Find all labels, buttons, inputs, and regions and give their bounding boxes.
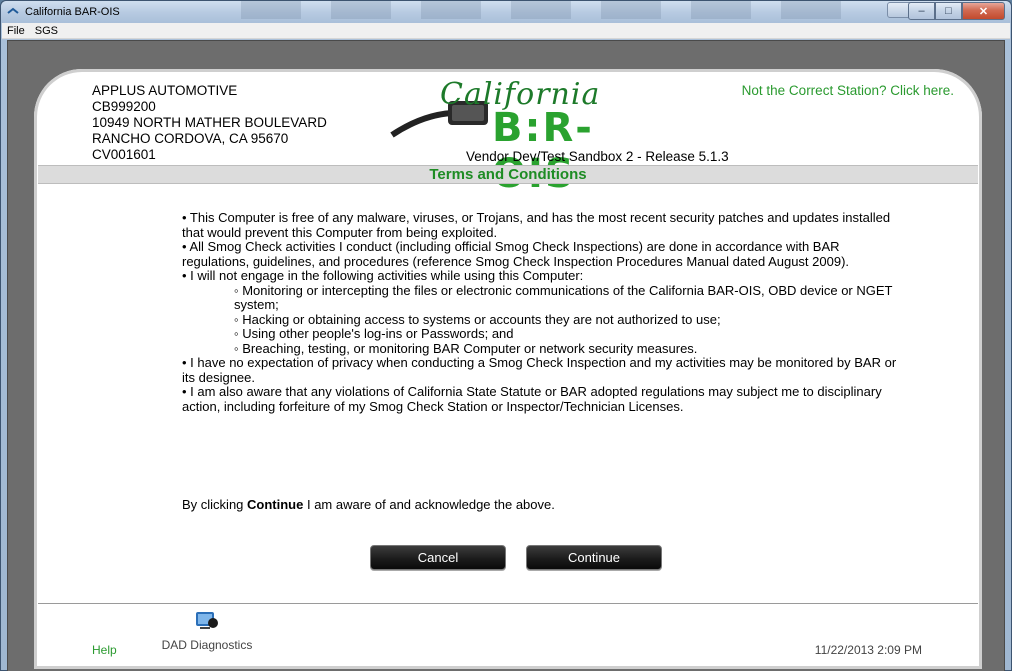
bar-ois-logo: California B:R-OIS bbox=[382, 77, 642, 197]
term-item: • I will not engage in the following act… bbox=[182, 268, 584, 283]
term-item: • I have no expectation of privacy when … bbox=[182, 355, 897, 385]
dad-diagnostics-button[interactable]: DAD Diagnostics bbox=[152, 609, 262, 652]
station-id: CB999200 bbox=[92, 99, 156, 114]
term-subitem: ◦ Monitoring or intercepting the files o… bbox=[234, 282, 893, 312]
term-subitem: ◦ Hacking or obtaining access to systems… bbox=[234, 311, 721, 327]
release-label: Vendor Dev/Test Sandbox 2 - Release 5.1.… bbox=[466, 149, 729, 164]
term-item: • I am also aware that any violations of… bbox=[182, 384, 882, 414]
term-item: • This Computer is free of any malware, … bbox=[182, 210, 891, 240]
term-subitem: ◦ Breaching, testing, or monitoring BAR … bbox=[234, 340, 698, 356]
ack-suffix: I am aware of and acknowledge the above. bbox=[303, 497, 555, 512]
close-button[interactable]: ✕ bbox=[962, 2, 1005, 20]
minimize-button[interactable]: – bbox=[908, 2, 935, 20]
station-code: CV001601 bbox=[92, 147, 156, 162]
title-bar[interactable]: California BAR-OIS – □ ✕ bbox=[1, 1, 1011, 23]
station-name: APPLUS AUTOMOTIVE bbox=[92, 83, 238, 98]
term-item: • All Smog Check activities I conduct (i… bbox=[182, 239, 850, 269]
cancel-button[interactable]: Cancel bbox=[370, 545, 506, 570]
acknowledgement-text: By clicking Continue I am aware of and a… bbox=[182, 497, 555, 512]
window-title: California BAR-OIS bbox=[25, 6, 120, 18]
window-controls: – □ ✕ bbox=[908, 2, 1005, 20]
app-window: California BAR-OIS – □ ✕ File SGS APPLUS… bbox=[0, 0, 1012, 671]
terms-title: Terms and Conditions bbox=[38, 165, 978, 184]
station-address-line1: 10949 NORTH MATHER BOULEVARD bbox=[92, 115, 327, 130]
dad-diagnostics-label: DAD Diagnostics bbox=[161, 638, 253, 652]
main-panel: APPLUS AUTOMOTIVE CB999200 10949 NORTH M… bbox=[34, 69, 982, 669]
ack-prefix: By clicking bbox=[182, 497, 248, 512]
footer-divider bbox=[38, 603, 978, 604]
maximize-button[interactable]: □ bbox=[935, 2, 962, 20]
menu-bar: File SGS bbox=[2, 23, 1010, 39]
wrong-station-link[interactable]: Not the Correct Station? Click here. bbox=[742, 83, 954, 98]
client-area: APPLUS AUTOMOTIVE CB999200 10949 NORTH M… bbox=[7, 40, 1005, 671]
continue-button[interactable]: Continue bbox=[526, 545, 662, 570]
background-ghost bbox=[241, 1, 841, 19]
station-address-line2: RANCHO CORDOVA, CA 95670 bbox=[92, 131, 289, 146]
diagnostics-icon bbox=[196, 612, 218, 629]
datetime-label: 11/22/2013 2:09 PM bbox=[814, 643, 922, 657]
ack-bold: Continue bbox=[247, 497, 304, 512]
terms-text: • This Computer is free of any malware, … bbox=[182, 210, 902, 414]
help-link[interactable]: Help bbox=[92, 643, 117, 657]
term-subitem: ◦ Using other people's log-ins or Passwo… bbox=[234, 326, 514, 341]
menu-sgs[interactable]: SGS bbox=[30, 25, 63, 37]
menu-file[interactable]: File bbox=[2, 25, 30, 37]
app-icon bbox=[6, 6, 20, 18]
station-info: APPLUS AUTOMOTIVE CB999200 10949 NORTH M… bbox=[92, 83, 327, 163]
